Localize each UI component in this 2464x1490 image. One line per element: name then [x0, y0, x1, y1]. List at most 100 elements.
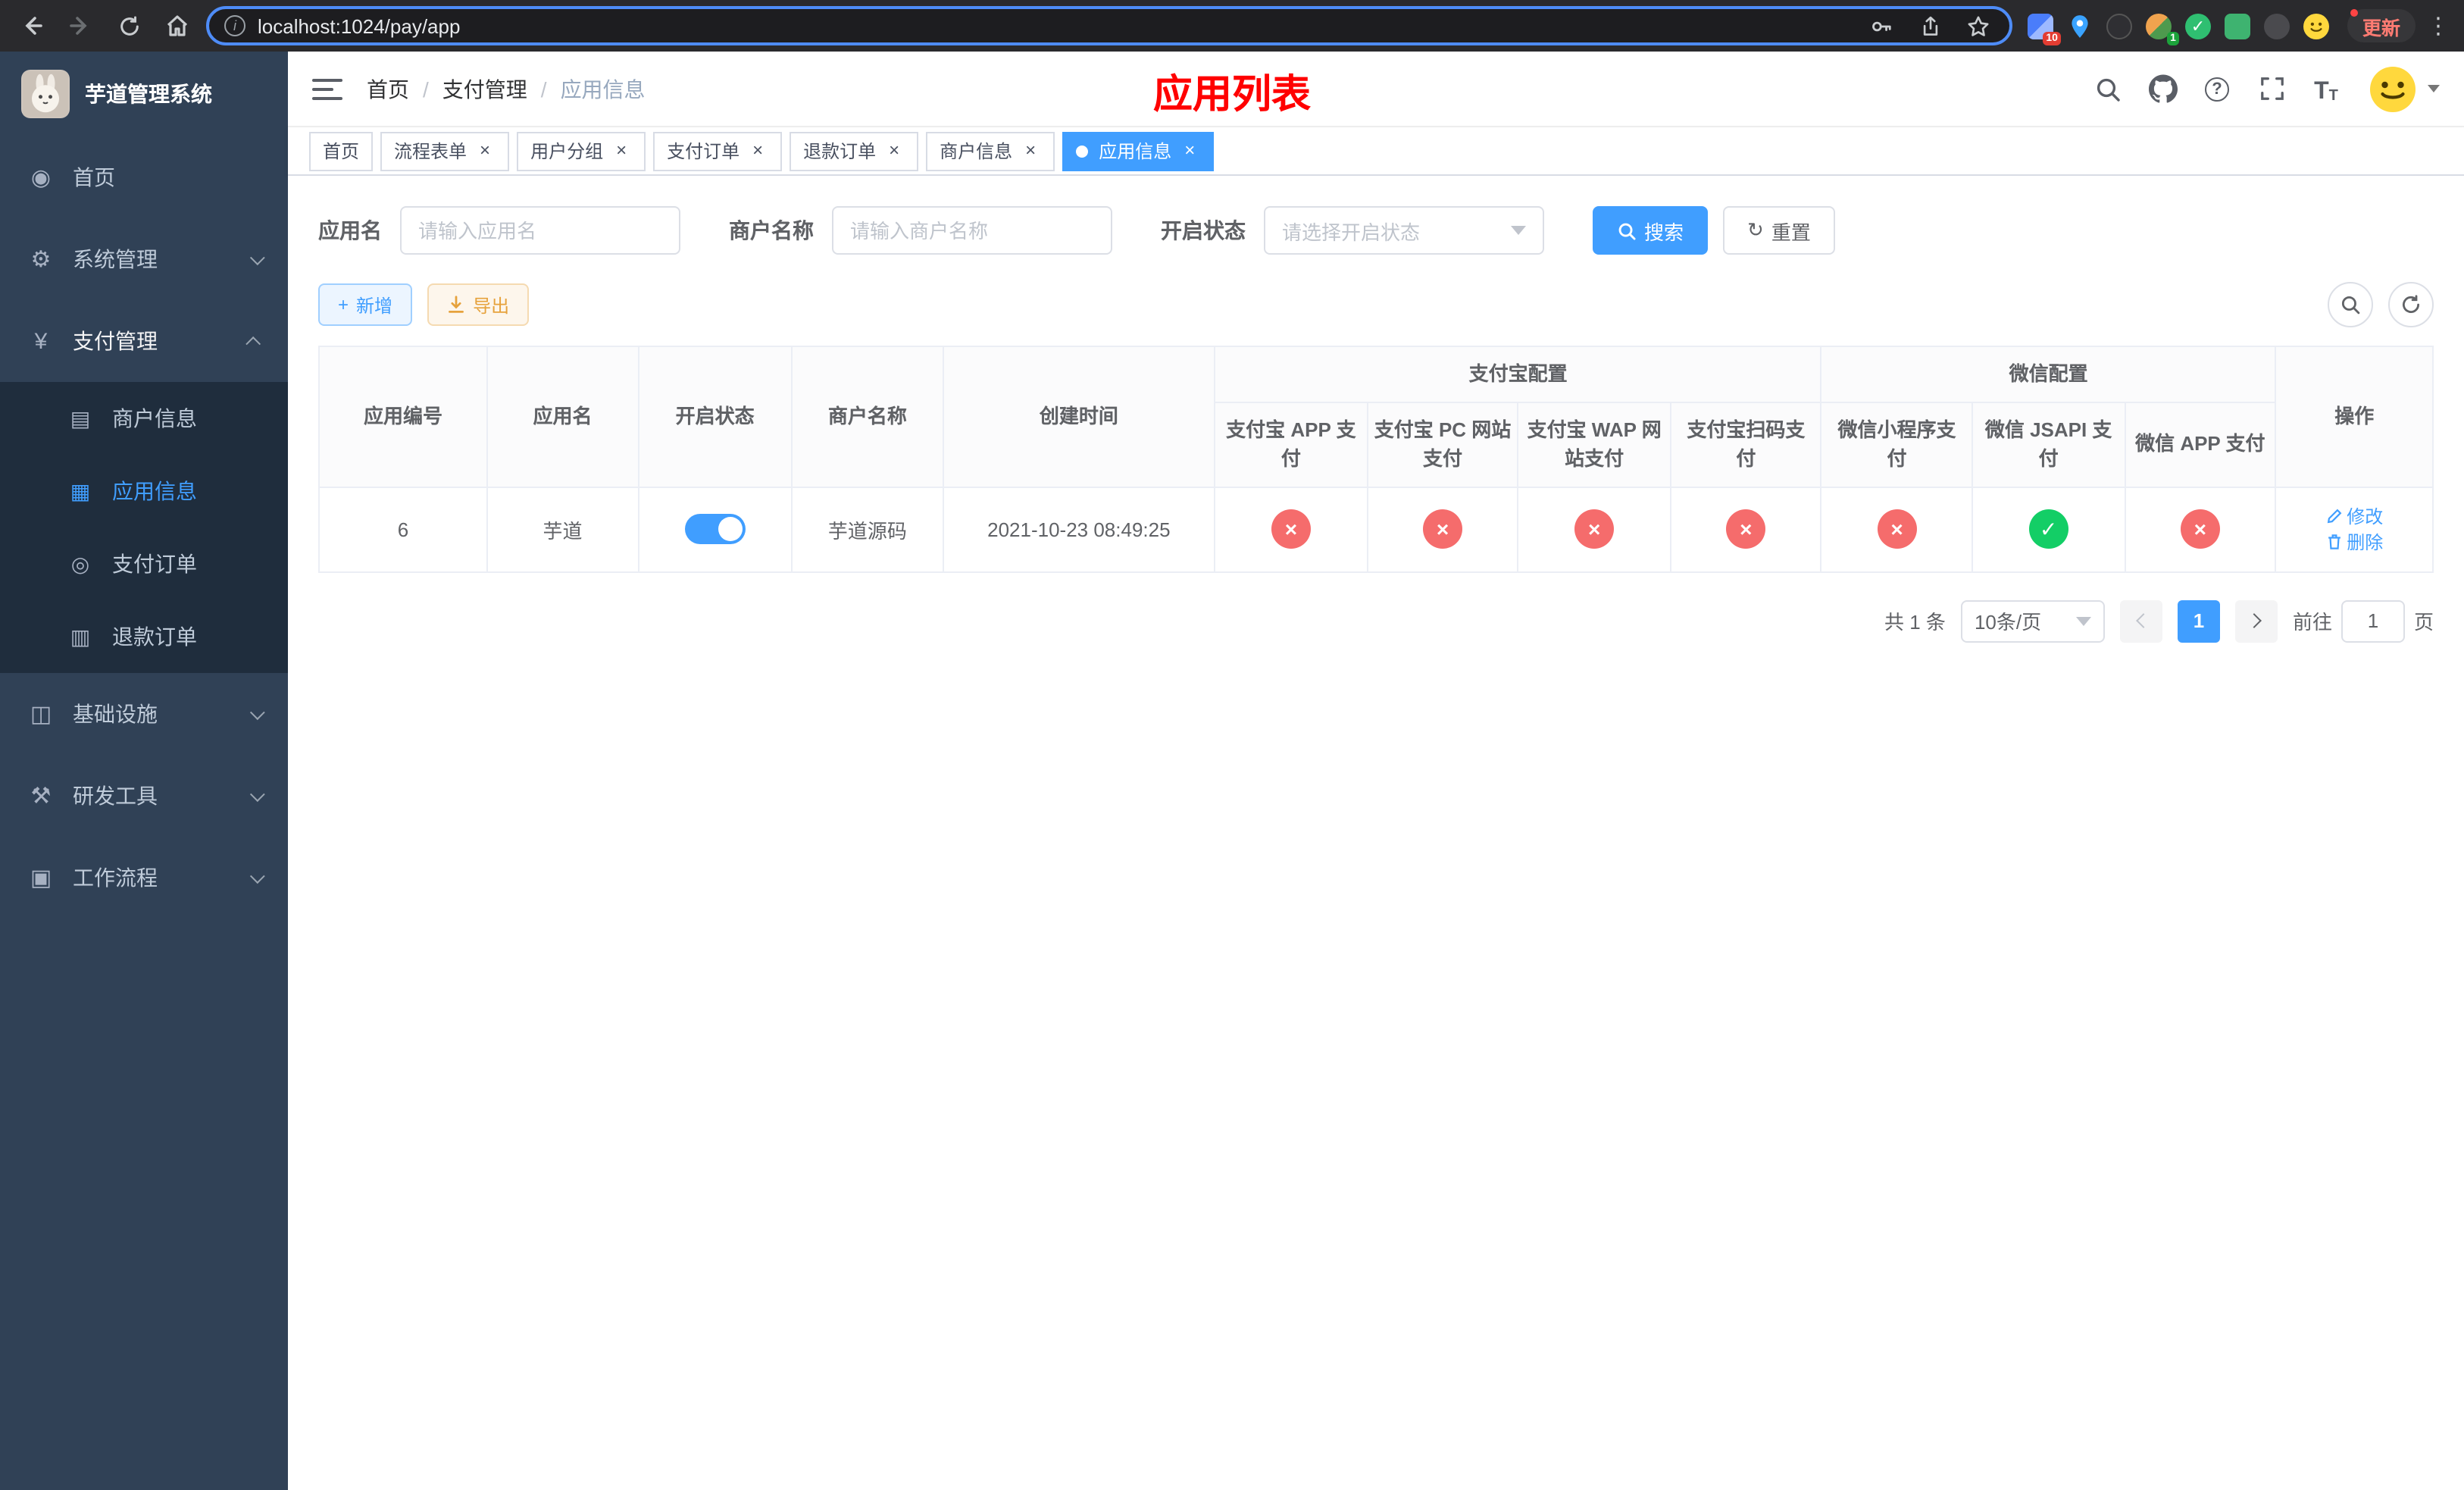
reset-button[interactable]: ↻ 重置 [1723, 206, 1835, 255]
green-square-extension-icon[interactable] [2224, 13, 2250, 39]
status-select[interactable]: 请选择开启状态 [1264, 206, 1544, 255]
app-logo-row[interactable]: 芋道管理系统 [0, 52, 288, 136]
extension-badge: 10 [2043, 31, 2061, 45]
sidebar-item-label: 工作流程 [73, 866, 158, 890]
next-page-button[interactable] [2234, 599, 2278, 642]
col-alipay-pc: 支付宝 PC 网站支付 [1366, 401, 1519, 487]
screen: i localhost:1024/pay/app 10 1 ✓ 更新 ⋮ 芋道管… [0, 0, 2464, 1490]
pinned-extension-icon[interactable] [2263, 13, 2290, 39]
sidebar-item-infrastructure[interactable]: ◫ 基础设施 [0, 673, 288, 755]
wx-jsapi-status-icon: ✓ [2028, 509, 2068, 549]
breadcrumb-current: 应用信息 [560, 77, 646, 101]
site-info-icon[interactable]: i [224, 15, 245, 36]
wx-mini-status-icon: × [1877, 509, 1917, 549]
chevron-down-icon [1511, 226, 1526, 235]
top-navbar: 首页 / 支付管理 / 应用信息 ? T T [288, 52, 2464, 127]
close-icon[interactable]: × [1020, 139, 1041, 161]
sidebar-item-app-info[interactable]: ▦ 应用信息 [0, 455, 288, 527]
plus-icon: + [338, 294, 349, 315]
refresh-button[interactable] [2388, 282, 2434, 327]
browser-forward-icon[interactable] [61, 6, 100, 45]
browser-update-button[interactable]: 更新 [2347, 9, 2416, 42]
browser-back-icon[interactable] [12, 6, 52, 45]
refresh-icon: ↻ [1747, 218, 1764, 241]
browser-toolbar: i localhost:1024/pay/app 10 1 ✓ 更新 ⋮ [0, 0, 2464, 52]
add-button[interactable]: + 新增 [318, 283, 413, 326]
page-number-1[interactable]: 1 [2177, 599, 2220, 642]
chevron-up-icon [245, 335, 261, 351]
browser-reload-icon[interactable] [109, 6, 149, 45]
tab-merchant-info[interactable]: 商户信息 × [926, 131, 1055, 171]
yen-icon: ¥ [34, 328, 48, 354]
extension-grid-icon[interactable]: 10 [2027, 13, 2061, 45]
share-icon[interactable] [1915, 11, 1946, 41]
sidebar-item-pay-order[interactable]: ◎ 支付订单 [0, 527, 288, 600]
breadcrumb-section: 支付管理 [442, 77, 527, 101]
sidebar-item-dev-tools[interactable]: ⚒ 研发工具 [0, 755, 288, 837]
chevron-down-icon [2428, 85, 2440, 92]
close-icon[interactable]: × [474, 139, 496, 161]
location-pin-icon[interactable] [2067, 13, 2093, 39]
sidebar-toggle-icon[interactable] [312, 78, 342, 99]
avatar-extension-icon[interactable]: 1 [2145, 13, 2179, 45]
goto-page-input[interactable] [2340, 599, 2405, 642]
sidebar-item-refund-order[interactable]: ▥ 退款订单 [0, 600, 288, 673]
merchant-name-input[interactable] [832, 206, 1112, 255]
app-table: 应用编号 应用名 开启状态 商户名称 创建时间 支付宝配置 微信配置 操作 支付… [318, 346, 2434, 572]
password-key-icon[interactable] [1867, 11, 1897, 41]
font-size-icon[interactable]: TT [2311, 74, 2341, 104]
tab-pay-order[interactable]: 支付订单 × [653, 131, 783, 171]
tab-home[interactable]: 首页 [309, 131, 374, 171]
status-toggle[interactable] [684, 514, 746, 544]
hide-search-button[interactable] [2328, 282, 2373, 327]
sidebar-menu: ◉ 首页 ⚙ 系统管理 ¥ 支付管理 ▤ 商户信息 ▦ 应用信息 ◎ 支付订单 … [0, 136, 288, 1490]
col-wx-app: 微信 APP 支付 [2124, 401, 2277, 487]
app-name-input[interactable] [400, 206, 680, 255]
close-icon[interactable]: × [747, 139, 768, 161]
sidebar-item-system[interactable]: ⚙ 系统管理 [0, 218, 288, 300]
chevron-down-icon [249, 704, 265, 720]
dark-extension-icon[interactable] [2106, 13, 2132, 39]
tags-view: 首页 流程表单 × 用户分组 × 支付订单 × 退款订单 × 商户信息 × 应用信息 × [288, 127, 2464, 176]
search-icon[interactable] [2093, 74, 2123, 104]
delete-button[interactable]: 删除 [2325, 529, 2383, 555]
page-size-select[interactable]: 10条/页 [1960, 599, 2105, 642]
sidebar-item-merchant-info[interactable]: ▤ 商户信息 [0, 382, 288, 455]
export-button[interactable]: 导出 [427, 283, 530, 326]
col-status: 开启状态 [637, 346, 793, 487]
close-icon[interactable]: × [1179, 139, 1200, 161]
vue-devtools-icon[interactable]: ✓ [2184, 13, 2211, 39]
sidebar-item-payment[interactable]: ¥ 支付管理 [0, 300, 288, 382]
tab-user-group[interactable]: 用户分组 × [517, 131, 646, 171]
merchant-name-label: 商户名称 [729, 218, 814, 243]
search-button[interactable]: 搜索 [1593, 206, 1709, 255]
url-text[interactable]: localhost:1024/pay/app [258, 14, 1855, 37]
emoji-extension-icon[interactable] [2303, 13, 2329, 39]
col-alipay-app: 支付宝 APP 支付 [1214, 401, 1368, 487]
fullscreen-icon[interactable] [2256, 74, 2287, 104]
close-icon[interactable]: × [883, 139, 905, 161]
browser-menu-icon[interactable]: ⋮ [2425, 12, 2452, 39]
edit-button[interactable]: 修改 [2325, 503, 2383, 529]
browser-home-icon[interactable] [158, 6, 197, 45]
help-icon[interactable]: ? [2202, 74, 2232, 104]
user-avatar[interactable] [2366, 61, 2440, 116]
total-count: 共 1 条 [1884, 611, 1946, 634]
tab-app-info[interactable]: 应用信息 × [1062, 131, 1215, 171]
sidebar-item-home[interactable]: ◉ 首页 [0, 136, 288, 218]
sidebar-item-label: 支付管理 [73, 329, 158, 353]
sidebar-item-workflow[interactable]: ▣ 工作流程 [0, 837, 288, 919]
chevron-down-icon [249, 868, 265, 884]
bookmark-star-icon[interactable] [1964, 11, 1994, 41]
github-icon[interactable] [2147, 74, 2178, 104]
dashboard-icon: ◉ [30, 165, 52, 191]
breadcrumb-home[interactable]: 首页 [367, 74, 409, 104]
prev-page-button[interactable] [2119, 599, 2162, 642]
tab-process-form[interactable]: 流程表单 × [380, 131, 510, 171]
page-title: 应用列表 [1152, 71, 1312, 117]
document-icon: ▥ [70, 624, 91, 648]
tab-refund-order[interactable]: 退款订单 × [790, 131, 919, 171]
close-icon[interactable]: × [611, 139, 632, 161]
table-toolbar: + 新增 导出 [318, 282, 2434, 327]
url-bar[interactable]: i localhost:1024/pay/app [206, 6, 2012, 45]
